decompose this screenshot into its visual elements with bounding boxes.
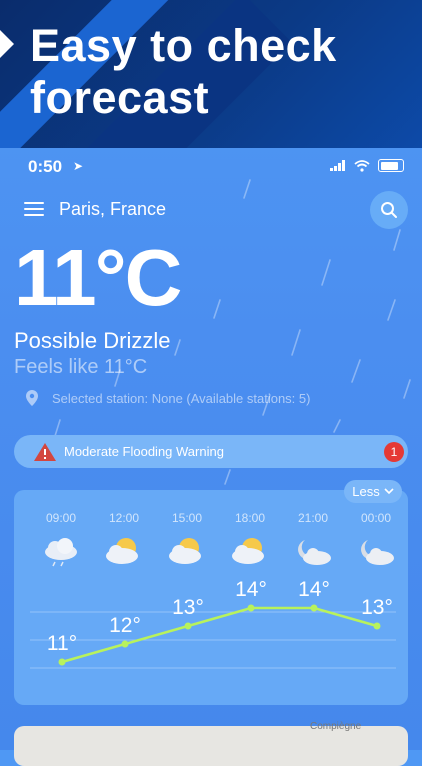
- warning-icon: [34, 443, 56, 461]
- temperature-value: 12°: [109, 614, 141, 637]
- less-toggle-button[interactable]: Less: [344, 480, 402, 503]
- partly-sunny-icon: [232, 538, 264, 564]
- current-temperature: 11°C: [14, 233, 182, 322]
- banner-line1: Easy to check: [30, 20, 337, 71]
- partly-sunny-icon: [106, 538, 138, 564]
- temperature-value: 13°: [172, 596, 204, 619]
- banner-text: Easy to check forecast: [30, 20, 337, 124]
- less-label: Less: [352, 484, 380, 499]
- temperature-value: 11°: [46, 632, 78, 655]
- moon-cloud-icon: [361, 540, 394, 565]
- station-text: Selected station: None (Available statio…: [52, 390, 311, 406]
- warning-text: Moderate Flooding Warning: [64, 444, 224, 459]
- hour-label: 15:00: [171, 511, 203, 525]
- hour-label: 18:00: [234, 511, 266, 525]
- current-condition: Possible Drizzle: [14, 328, 171, 353]
- status-bar: 0:50 ➤: [0, 157, 422, 179]
- hour-label: 12:00: [108, 511, 140, 525]
- temperature-value: 14°: [298, 578, 330, 601]
- weather-warning[interactable]: Moderate Flooding Warning 1: [14, 435, 408, 468]
- map-preview[interactable]: Compiègne: [14, 721, 408, 766]
- search-icon: [381, 202, 397, 218]
- feels-like: Feels like 11°C: [14, 356, 148, 378]
- partly-sunny-icon: [169, 538, 201, 564]
- banner-line2: forecast: [30, 72, 210, 123]
- city-name[interactable]: Paris, France: [59, 199, 166, 220]
- menu-icon[interactable]: [24, 202, 44, 218]
- temperature-value: 13°: [361, 596, 393, 619]
- search-button[interactable]: [370, 191, 408, 229]
- signal-icon: [330, 160, 345, 171]
- battery-icon: [378, 159, 404, 172]
- chevron-down-icon: [384, 488, 394, 495]
- location-pin-icon: [26, 390, 38, 406]
- wifi-icon: [354, 159, 370, 172]
- status-time: 0:50: [28, 157, 63, 176]
- hour-label: 00:00: [360, 511, 392, 525]
- location-arrow-icon: ➤: [73, 159, 84, 173]
- station-info[interactable]: Selected station: None (Available statio…: [26, 390, 310, 406]
- moon-cloud-icon: [298, 540, 331, 565]
- promo-banner: Easy to check forecast: [0, 0, 422, 148]
- hour-label: 09:00: [45, 511, 77, 525]
- hour-label: 21:00: [297, 511, 329, 525]
- map-town-label: Compiègne: [310, 721, 362, 732]
- banner-arrow-icon: [0, 30, 14, 58]
- hour-labels: 09:00 12:00 15:00 18:00 21:00 00:00: [14, 511, 408, 527]
- drizzle-cloud-icon: [45, 538, 77, 567]
- warning-count-badge: 1: [384, 442, 404, 462]
- temperature-value: 14°: [235, 578, 267, 601]
